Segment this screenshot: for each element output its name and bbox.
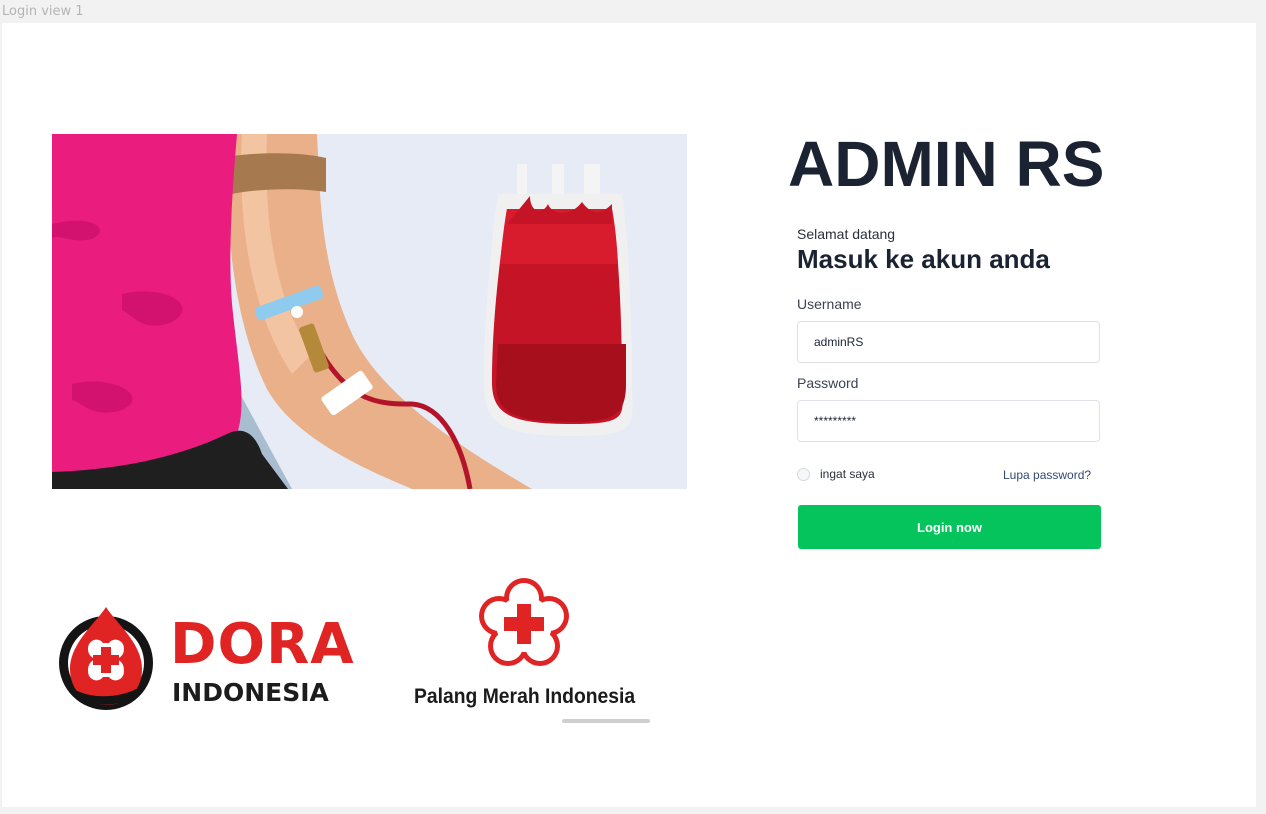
password-input[interactable]: [797, 400, 1100, 442]
pmi-divider: [562, 719, 650, 723]
pmi-cross-icon: [479, 578, 569, 666]
welcome-text: Selamat datang: [797, 226, 896, 242]
remember-me-label: ingat saya: [820, 467, 875, 481]
remember-me[interactable]: ingat saya: [797, 467, 875, 481]
dora-logo: DORA INDONESIA: [56, 603, 356, 713]
login-subtitle: Masuk ke akun anda: [797, 244, 1050, 274]
page-title: ADMIN RS: [788, 128, 1105, 200]
frame-label: Login view 1: [2, 4, 84, 19]
dora-logo-icon: [59, 607, 153, 710]
dora-logo-subtitle: INDONESIA: [172, 678, 329, 707]
login-button[interactable]: Login now: [798, 505, 1101, 549]
username-input[interactable]: [797, 321, 1100, 363]
username-label: Username: [797, 296, 862, 312]
pmi-logo: Palang Merah Indonesia: [410, 578, 650, 728]
password-label: Password: [797, 375, 859, 391]
pmi-logo-name: Palang Merah Indonesia: [414, 685, 636, 708]
dora-logo-name: DORA: [170, 612, 355, 677]
remember-me-radio[interactable]: [797, 467, 810, 481]
blood-donation-illustration: [52, 134, 687, 489]
forgot-password-link[interactable]: Lupa password?: [1003, 468, 1091, 482]
